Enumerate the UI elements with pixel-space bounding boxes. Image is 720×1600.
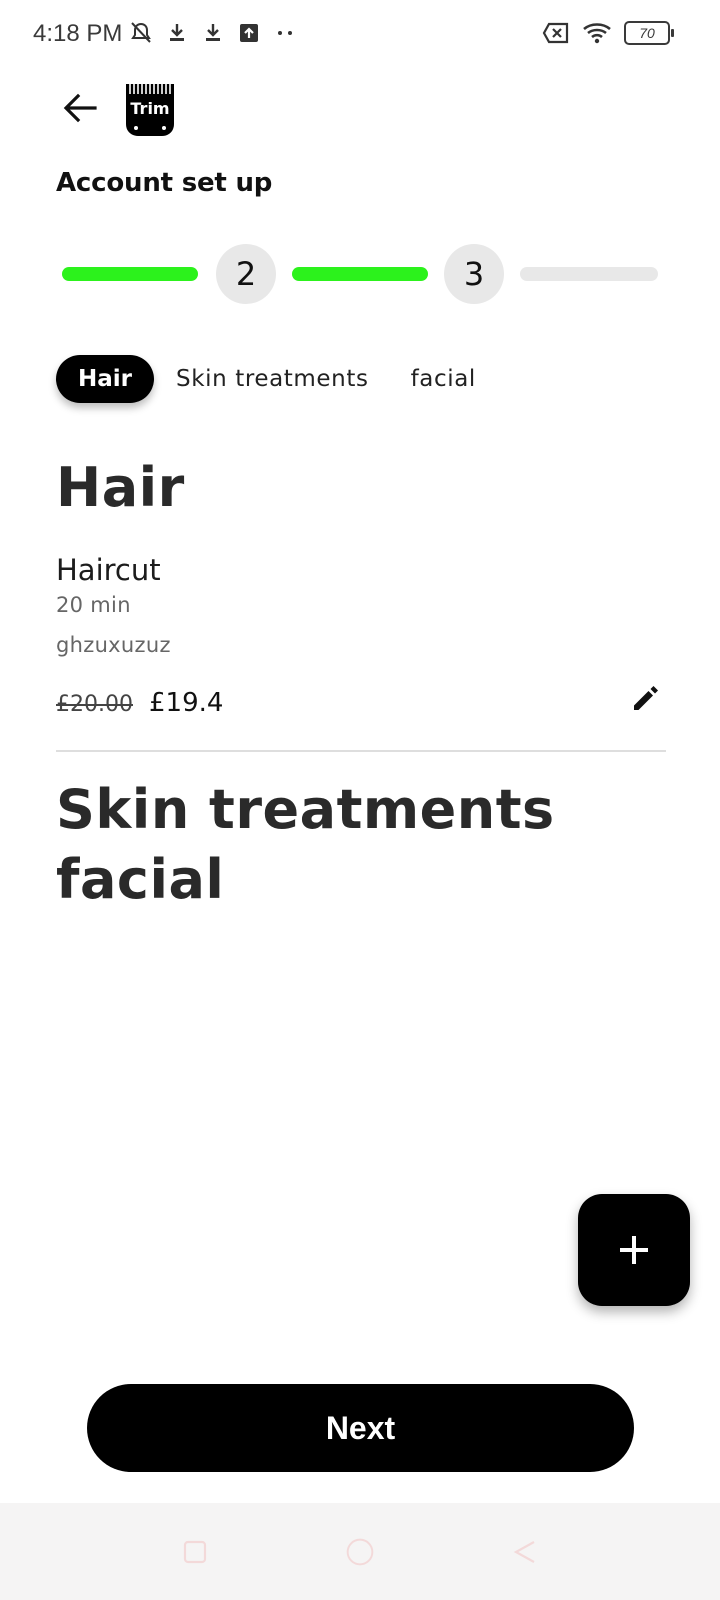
discounted-price: £19.4 bbox=[148, 688, 224, 718]
tab-hair[interactable]: Hair bbox=[56, 355, 154, 403]
progress-stepper: 2 3 bbox=[62, 244, 658, 304]
service-description: ghzuxuzuz bbox=[56, 633, 171, 657]
status-right-icons: 70 bbox=[542, 20, 674, 46]
service-name: Haircut bbox=[56, 553, 161, 587]
system-nav-bar bbox=[0, 1503, 720, 1600]
download-icon bbox=[166, 20, 188, 46]
progress-segment-1 bbox=[62, 267, 198, 281]
price-row: £20.00 £19.4 bbox=[56, 688, 223, 718]
tab-skin-treatments[interactable]: Skin treatments bbox=[176, 366, 369, 392]
original-price: £20.00 bbox=[56, 692, 133, 717]
progress-segment-2 bbox=[292, 267, 428, 281]
status-bar: 4:18 PM 70 bbox=[0, 0, 720, 70]
page-title: Account set up bbox=[56, 168, 273, 198]
battery-icon: 70 bbox=[624, 21, 674, 45]
edit-service-button[interactable] bbox=[628, 680, 664, 716]
tab-facial[interactable]: facial bbox=[411, 366, 476, 392]
logo-text: Trim bbox=[130, 99, 169, 118]
status-time: 4:18 PM bbox=[33, 20, 123, 47]
next-button[interactable]: Next bbox=[87, 1384, 634, 1472]
pencil-icon bbox=[634, 686, 658, 710]
mute-icon bbox=[130, 20, 152, 46]
wifi-icon bbox=[582, 20, 612, 46]
step-3-circle: 3 bbox=[444, 244, 504, 304]
section-heading-skin-treatments: Skin treatments bbox=[56, 778, 555, 841]
add-service-button[interactable] bbox=[578, 1194, 690, 1306]
step-2-circle: 2 bbox=[216, 244, 276, 304]
home-icon[interactable] bbox=[345, 1537, 375, 1567]
download-icon bbox=[202, 20, 224, 46]
recents-icon[interactable] bbox=[180, 1537, 210, 1567]
service-duration: 20 min bbox=[56, 593, 131, 617]
progress-segment-3 bbox=[520, 267, 658, 281]
back-button[interactable] bbox=[60, 88, 100, 128]
trim-logo: Trim bbox=[124, 82, 176, 138]
arrow-left-icon bbox=[63, 93, 97, 123]
section-heading-hair: Hair bbox=[56, 456, 185, 519]
section-divider bbox=[56, 750, 666, 752]
back-triangle-icon[interactable] bbox=[510, 1537, 540, 1567]
more-dots-icon bbox=[274, 20, 296, 46]
plus-icon bbox=[620, 1236, 648, 1264]
status-left-icons bbox=[130, 20, 296, 46]
sim-off-icon bbox=[542, 20, 570, 46]
section-heading-facial: facial bbox=[56, 848, 225, 911]
upload-icon bbox=[238, 20, 260, 46]
category-tabs: Hair Skin treatments facial bbox=[56, 355, 518, 403]
